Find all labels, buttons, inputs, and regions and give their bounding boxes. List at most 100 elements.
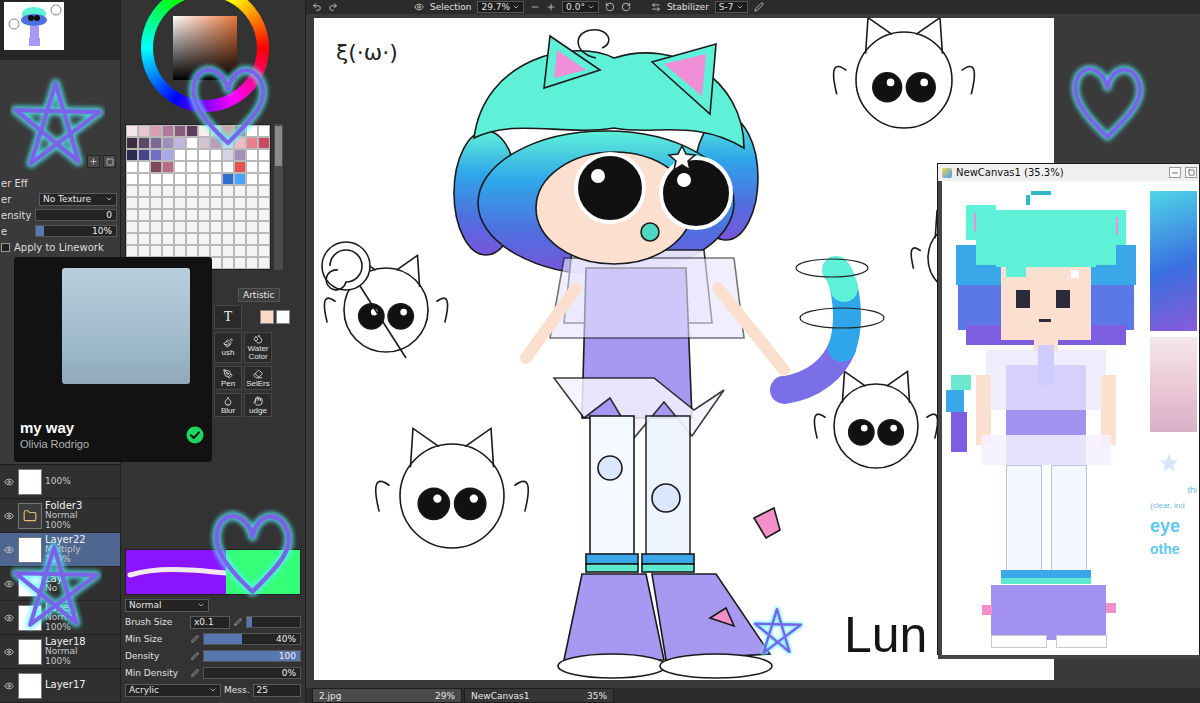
empty-swatch[interactable] — [174, 245, 186, 257]
empty-swatch[interactable] — [150, 185, 162, 197]
empty-swatch[interactable] — [258, 257, 270, 269]
pixel-art[interactable] — [946, 185, 1146, 655]
empty-swatch[interactable] — [234, 245, 246, 257]
swatch[interactable] — [246, 137, 258, 149]
zoom-field[interactable]: 29.7% — [477, 1, 524, 13]
setting-slider[interactable]: 100 — [203, 650, 301, 662]
empty-swatch[interactable] — [126, 233, 138, 245]
empty-swatch[interactable] — [186, 197, 198, 209]
swatch[interactable] — [246, 149, 258, 161]
swatch[interactable] — [150, 149, 162, 161]
empty-swatch[interactable] — [126, 197, 138, 209]
brush-tool[interactable]: Blur — [214, 393, 242, 417]
swatch[interactable] — [210, 125, 222, 137]
layer-row[interactable]: LayerNormal100% — [0, 601, 120, 635]
swatch[interactable] — [126, 149, 138, 161]
swatch[interactable] — [186, 137, 198, 149]
empty-swatch[interactable] — [138, 233, 150, 245]
brush-tool[interactable]: SelErs — [244, 366, 272, 390]
swatch[interactable] — [150, 161, 162, 173]
empty-swatch[interactable] — [258, 209, 270, 221]
empty-swatch[interactable] — [210, 209, 222, 221]
swatch[interactable] — [198, 161, 210, 173]
empty-swatch[interactable] — [174, 197, 186, 209]
empty-swatch[interactable] — [162, 245, 174, 257]
swatch[interactable] — [174, 137, 186, 149]
swatch[interactable] — [174, 173, 186, 185]
empty-swatch[interactable] — [258, 233, 270, 245]
swatch[interactable] — [198, 125, 210, 137]
swatch[interactable] — [138, 125, 150, 137]
texture-select[interactable]: No Texture — [39, 193, 117, 206]
empty-swatch[interactable] — [162, 197, 174, 209]
empty-swatch[interactable] — [186, 209, 198, 221]
empty-swatch[interactable] — [162, 209, 174, 221]
empty-swatch[interactable] — [186, 221, 198, 233]
swatch[interactable] — [258, 125, 270, 137]
swatch[interactable] — [138, 173, 150, 185]
empty-swatch[interactable] — [210, 245, 222, 257]
color-wheel[interactable] — [141, 0, 269, 112]
swatch[interactable] — [210, 173, 222, 185]
empty-swatch[interactable] — [234, 197, 246, 209]
empty-swatch[interactable] — [186, 233, 198, 245]
swatch[interactable] — [234, 149, 246, 161]
rotate-left-button[interactable] — [605, 2, 615, 12]
empty-swatch[interactable] — [198, 197, 210, 209]
document-tab[interactable]: 2.jpg29% — [312, 688, 462, 703]
swatch[interactable] — [258, 149, 270, 161]
empty-swatch[interactable] — [150, 197, 162, 209]
size-multiplier-select[interactable]: x0.1 — [190, 616, 230, 629]
visibility-toggle[interactable] — [3, 646, 15, 658]
swatch[interactable] — [126, 137, 138, 149]
window-canvas[interactable]: thi(clear, indeyeothe — [942, 181, 1199, 655]
empty-swatch[interactable] — [162, 221, 174, 233]
empty-swatch[interactable] — [246, 209, 258, 221]
swatch[interactable] — [198, 137, 210, 149]
empty-swatch[interactable] — [138, 185, 150, 197]
swatch[interactable] — [210, 161, 222, 173]
swatch[interactable] — [246, 161, 258, 173]
empty-swatch[interactable] — [174, 209, 186, 221]
swatch[interactable] — [210, 149, 222, 161]
empty-swatch[interactable] — [138, 197, 150, 209]
empty-swatch[interactable] — [138, 209, 150, 221]
mess-value[interactable]: 25 — [253, 684, 301, 697]
empty-swatch[interactable] — [246, 257, 258, 269]
visibility-toggle[interactable] — [3, 544, 15, 556]
empty-swatch[interactable] — [258, 197, 270, 209]
secondary-color[interactable] — [276, 310, 290, 324]
empty-swatch[interactable] — [198, 185, 210, 197]
swatch[interactable] — [174, 125, 186, 137]
swatch[interactable] — [138, 149, 150, 161]
swatch[interactable] — [258, 161, 270, 173]
main-color[interactable] — [126, 550, 226, 594]
navigator-thumbnail[interactable] — [4, 2, 64, 50]
empty-swatch[interactable] — [126, 245, 138, 257]
brush-tool[interactable]: Water Color — [244, 332, 272, 363]
swatch[interactable] — [246, 125, 258, 137]
swatch[interactable] — [186, 161, 198, 173]
swatch[interactable] — [198, 149, 210, 161]
swatch[interactable] — [162, 173, 174, 185]
blend-select[interactable]: Normal — [125, 599, 209, 612]
swatch[interactable] — [198, 173, 210, 185]
swatch[interactable] — [162, 149, 174, 161]
text-tool[interactable]: T — [214, 305, 242, 329]
flip-button[interactable] — [651, 2, 661, 12]
empty-swatch[interactable] — [234, 257, 246, 269]
empty-swatch[interactable] — [126, 209, 138, 221]
swatch[interactable] — [162, 161, 174, 173]
swatch[interactable] — [234, 125, 246, 137]
empty-swatch[interactable] — [246, 185, 258, 197]
primary-color[interactable] — [260, 310, 274, 324]
swatch[interactable] — [150, 137, 162, 149]
swatch[interactable] — [222, 173, 234, 185]
layer-row[interactable]: 100% — [0, 465, 120, 499]
empty-swatch[interactable] — [150, 233, 162, 245]
empty-swatch[interactable] — [210, 221, 222, 233]
swatch[interactable] — [210, 137, 222, 149]
empty-swatch[interactable] — [174, 185, 186, 197]
swatch[interactable] — [234, 161, 246, 173]
empty-swatch[interactable] — [246, 221, 258, 233]
